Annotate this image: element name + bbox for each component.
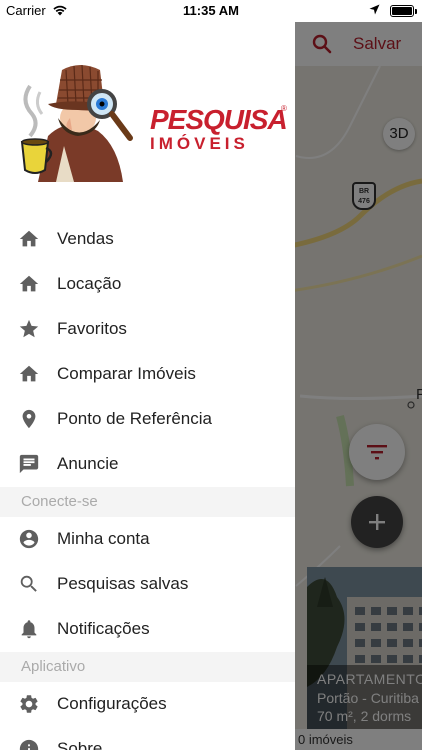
menu-item-label: Vendas <box>57 229 114 248</box>
menu-item-label: Comparar Imóveis <box>57 364 196 383</box>
menu-item-label: Configurações <box>57 694 167 713</box>
info-icon <box>19 739 39 750</box>
home-icon <box>19 365 39 382</box>
menu-item-sobre[interactable]: Sobre <box>0 727 295 750</box>
star-icon <box>19 319 39 338</box>
battery-icon <box>390 5 417 17</box>
menu-item-notificacoes[interactable]: Notificações <box>0 607 295 652</box>
home-icon <box>19 230 39 247</box>
home-icon <box>19 275 39 292</box>
section-title: Aplicativo <box>21 658 86 675</box>
menu-item-label: Locação <box>57 274 122 293</box>
navigation-drawer: PESQUISA ® IMÓVEIS Vendas Locação Favori… <box>0 22 295 750</box>
menu-item-label: Sobre <box>57 739 103 750</box>
drawer-header: PESQUISA ® IMÓVEIS <box>0 22 295 217</box>
menu-item-ponto-de-referencia[interactable]: Ponto de Referência <box>0 397 295 442</box>
section-title: Conecte-se <box>21 493 98 510</box>
drawer-menu: Vendas Locação Favoritos Comparar Imóvei… <box>0 217 295 750</box>
section-header-aplicativo: Aplicativo <box>0 652 295 682</box>
section-header-conecte-se: Conecte-se <box>0 487 295 517</box>
brand-logo: PESQUISA ® IMÓVEIS <box>8 56 288 182</box>
menu-item-label: Minha conta <box>57 529 150 548</box>
menu-item-label: Pesquisas salvas <box>57 574 189 593</box>
menu-item-anuncie[interactable]: Anuncie <box>0 442 295 487</box>
search-icon <box>20 575 37 592</box>
menu-item-label: Ponto de Referência <box>57 409 212 428</box>
menu-item-label: Favoritos <box>57 319 127 338</box>
menu-item-pesquisas-salvas[interactable]: Pesquisas salvas <box>0 562 295 607</box>
menu-item-favoritos[interactable]: Favoritos <box>0 307 295 352</box>
menu-item-comparar-imoveis[interactable]: Comparar Imóveis <box>0 352 295 397</box>
menu-item-label: Notificações <box>57 619 150 638</box>
brand-wordmark: PESQUISA ® IMÓVEIS <box>150 104 290 160</box>
menu-item-configuracoes[interactable]: Configurações <box>0 682 295 727</box>
gear-icon <box>20 695 38 713</box>
location-arrow-icon <box>369 4 380 15</box>
menu-item-locacao[interactable]: Locação <box>0 262 295 307</box>
message-icon <box>19 454 39 474</box>
menu-item-vendas[interactable]: Vendas <box>0 217 295 262</box>
account-icon <box>19 529 39 549</box>
brand-name: PESQUISA <box>150 104 288 135</box>
registered-mark: ® <box>281 104 287 113</box>
menu-item-label: Anuncie <box>57 454 119 473</box>
detective-mascot-image <box>8 56 138 182</box>
status-bar: Carrier 11:35 AM <box>0 0 422 22</box>
clock: 11:35 AM <box>183 3 239 18</box>
brand-subtitle: IMÓVEIS <box>150 134 249 153</box>
bell-icon <box>21 620 37 639</box>
location-pin-icon <box>22 409 36 429</box>
menu-item-minha-conta[interactable]: Minha conta <box>0 517 295 562</box>
